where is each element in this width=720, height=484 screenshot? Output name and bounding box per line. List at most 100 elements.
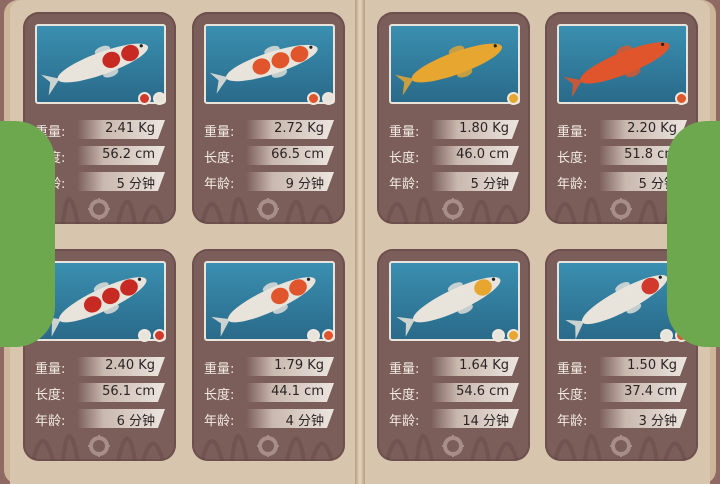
- weight-label: 重量:: [389, 362, 420, 377]
- length-label: 长度:: [557, 151, 588, 166]
- medal-icon: [610, 198, 632, 220]
- variety-dot: [660, 329, 673, 342]
- weight-value: 2.20 Kg: [627, 121, 677, 136]
- fish-card[interactable]: 重量: 2.72 Kg 长度: 66.5 cm 年龄: 9 分钟: [192, 12, 345, 224]
- variety-dots: [138, 329, 166, 342]
- length-value: 56.1 cm: [102, 384, 155, 399]
- length-row: 长度: 66.5 cm: [196, 146, 334, 166]
- variety-dot: [307, 329, 320, 342]
- weight-row: 重量: 1.79 Kg: [196, 357, 334, 377]
- weight-value: 2.40 Kg: [105, 358, 155, 373]
- fish-card[interactable]: 重量: 1.80 Kg 长度: 46.0 cm 年龄: 5 分钟: [377, 12, 530, 224]
- weight-value: 1.80 Kg: [459, 121, 509, 136]
- variety-dot: [153, 329, 166, 342]
- age-row: 年龄: 5 分钟: [381, 172, 519, 192]
- length-label: 长度:: [389, 151, 420, 166]
- medal-icon: [257, 198, 279, 220]
- weight-row: 重量: 1.64 Kg: [381, 357, 519, 377]
- length-row: 长度: 46.0 cm: [381, 146, 519, 166]
- age-label: 年龄:: [557, 414, 588, 429]
- age-row: 年龄: 4 分钟: [196, 409, 334, 429]
- variety-dot: [322, 329, 335, 342]
- variety-dots: [138, 92, 166, 105]
- age-value: 5 分钟: [116, 177, 155, 192]
- length-row: 长度: 44.1 cm: [196, 383, 334, 403]
- age-label: 年龄:: [389, 414, 420, 429]
- next-page-tab[interactable]: [667, 121, 720, 347]
- fish-card[interactable]: 重量: 1.64 Kg 长度: 54.6 cm 年龄: 14 分钟: [377, 249, 530, 461]
- length-label: 长度:: [204, 151, 235, 166]
- length-value: 46.0 cm: [456, 147, 509, 162]
- length-value: 44.1 cm: [271, 384, 324, 399]
- fish-image: [557, 24, 688, 104]
- variety-dot: [507, 329, 520, 342]
- age-value: 4 分钟: [285, 414, 324, 429]
- variety-dot: [322, 92, 335, 105]
- age-label: 年龄:: [204, 177, 235, 192]
- length-value: 37.4 cm: [624, 384, 677, 399]
- weight-value: 1.64 Kg: [459, 358, 509, 373]
- length-label: 长度:: [389, 388, 420, 403]
- variety-dots: [675, 92, 688, 105]
- age-row: 年龄: 9 分钟: [196, 172, 334, 192]
- weight-value: 2.41 Kg: [105, 121, 155, 136]
- length-value: 54.6 cm: [456, 384, 509, 399]
- weight-value: 2.72 Kg: [274, 121, 324, 136]
- weight-row: 重量: 2.72 Kg: [196, 120, 334, 140]
- length-value: 56.2 cm: [102, 147, 155, 162]
- variety-dot: [138, 329, 151, 342]
- weight-value: 1.50 Kg: [627, 358, 677, 373]
- length-row: 长度: 51.8 cm: [549, 146, 687, 166]
- age-label: 年龄:: [389, 177, 420, 192]
- weight-label: 重量:: [389, 125, 420, 140]
- age-label: 年龄:: [557, 177, 588, 192]
- variety-dots: [307, 92, 335, 105]
- weight-label: 重量:: [204, 362, 235, 377]
- length-row: 长度: 56.1 cm: [27, 383, 165, 403]
- variety-dot: [675, 92, 688, 105]
- age-row: 年龄: 3 分钟: [549, 409, 687, 429]
- weight-label: 重量:: [557, 362, 588, 377]
- fish-image: [389, 24, 520, 104]
- variety-dot: [307, 92, 320, 105]
- weight-label: 重量:: [557, 125, 588, 140]
- weight-row: 重量: 2.20 Kg: [549, 120, 687, 140]
- weight-label: 重量:: [35, 362, 66, 377]
- length-label: 长度:: [557, 388, 588, 403]
- medal-icon: [442, 435, 464, 457]
- weight-row: 重量: 1.50 Kg: [549, 357, 687, 377]
- variety-dot: [507, 92, 520, 105]
- medal-icon: [257, 435, 279, 457]
- age-row: 年龄: 5 分钟: [549, 172, 687, 192]
- book-spine: [355, 0, 365, 484]
- weight-value: 1.79 Kg: [274, 358, 324, 373]
- variety-dot: [138, 92, 151, 105]
- age-value: 14 分钟: [462, 414, 509, 429]
- prev-page-tab[interactable]: [0, 121, 55, 347]
- age-label: 年龄:: [35, 414, 66, 429]
- variety-dot: [153, 92, 166, 105]
- weight-row: 重量: 2.41 Kg: [27, 120, 165, 140]
- age-value: 3 分钟: [638, 414, 677, 429]
- weight-row: 重量: 1.80 Kg: [381, 120, 519, 140]
- length-value: 66.5 cm: [271, 147, 324, 162]
- length-row: 长度: 37.4 cm: [549, 383, 687, 403]
- age-value: 6 分钟: [116, 414, 155, 429]
- age-value: 9 分钟: [285, 177, 324, 192]
- length-row: 长度: 54.6 cm: [381, 383, 519, 403]
- age-row: 年龄: 14 分钟: [381, 409, 519, 429]
- medal-icon: [442, 198, 464, 220]
- age-row: 年龄: 6 分钟: [27, 409, 165, 429]
- medal-icon: [88, 198, 110, 220]
- variety-dot: [492, 329, 505, 342]
- medal-icon: [88, 435, 110, 457]
- weight-label: 重量:: [204, 125, 235, 140]
- variety-dots: [507, 92, 520, 105]
- age-value: 5 分钟: [470, 177, 509, 192]
- length-label: 长度:: [35, 388, 66, 403]
- variety-dots: [492, 329, 520, 342]
- fish-card[interactable]: 重量: 1.79 Kg 长度: 44.1 cm 年龄: 4 分钟: [192, 249, 345, 461]
- age-label: 年龄:: [204, 414, 235, 429]
- length-label: 长度:: [204, 388, 235, 403]
- weight-row: 重量: 2.40 Kg: [27, 357, 165, 377]
